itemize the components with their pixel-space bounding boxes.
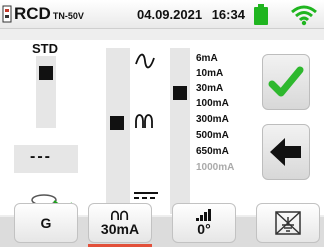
- current-option-500ma[interactable]: 500mA: [196, 129, 229, 142]
- g-label: G: [40, 215, 52, 231]
- battery-icon: [254, 4, 268, 25]
- current-option-30ma[interactable]: 30mA: [196, 82, 223, 95]
- date-time: 04.09.2021 16:34: [137, 7, 245, 22]
- no-ground-icon: [275, 211, 301, 235]
- current-option-10ma[interactable]: 10mA: [196, 67, 223, 80]
- waveform-selector[interactable]: [106, 48, 130, 214]
- title-text: RCD: [14, 4, 51, 23]
- current-option-6ma[interactable]: 6mA: [196, 52, 218, 65]
- pulsed-wave-small-icon: [111, 210, 129, 220]
- mode-dashes: ---: [30, 148, 52, 165]
- current-tab-label: 30mA: [100, 220, 140, 237]
- title-subtitle: TN-50V: [52, 11, 84, 21]
- mode-label: STD: [32, 41, 58, 56]
- back-button[interactable]: [262, 124, 310, 180]
- page-title: RCD TN-50V: [14, 4, 84, 24]
- pulsed-wave-icon[interactable]: [134, 112, 156, 130]
- date-text: 04.09.2021: [137, 7, 203, 22]
- angle-label: 0°: [197, 221, 211, 237]
- current-option-300ma[interactable]: 300mA: [196, 113, 229, 126]
- current-option-100ma[interactable]: 100mA: [196, 97, 229, 110]
- sine-wave-icon[interactable]: [134, 52, 156, 70]
- signal-bars-icon: [196, 209, 211, 221]
- current-option-1000ma[interactable]: 1000mA: [196, 161, 234, 174]
- current-marker: [173, 86, 187, 100]
- arrow-left-icon: [270, 138, 301, 166]
- current-option-650ma[interactable]: 650mA: [196, 145, 229, 158]
- current-tab-button[interactable]: 30mA: [88, 203, 152, 243]
- g-button[interactable]: G: [14, 203, 78, 243]
- rcd-device-icon: [2, 5, 12, 23]
- confirm-button[interactable]: [262, 54, 310, 110]
- waveform-marker: [110, 116, 124, 130]
- current-selector[interactable]: [170, 48, 190, 214]
- time-text: 16:34: [211, 7, 245, 22]
- bottom-toolbar: G 30mA 0°: [0, 203, 324, 247]
- check-icon: [268, 66, 304, 97]
- wifi-icon: [291, 5, 317, 26]
- mode-marker: [39, 66, 53, 80]
- main-panel: STD --- 6mA 10mA 30mA 100mA 300mA 500mA …: [0, 40, 324, 215]
- no-ground-button[interactable]: [256, 203, 320, 243]
- status-bar: RCD TN-50V 04.09.2021 16:34: [0, 0, 324, 29]
- current-list: 6mA 10mA 30mA 100mA 300mA 500mA 650mA 10…: [196, 52, 256, 212]
- angle-button[interactable]: 0°: [172, 203, 236, 243]
- dc-wave-icon[interactable]: [134, 192, 158, 202]
